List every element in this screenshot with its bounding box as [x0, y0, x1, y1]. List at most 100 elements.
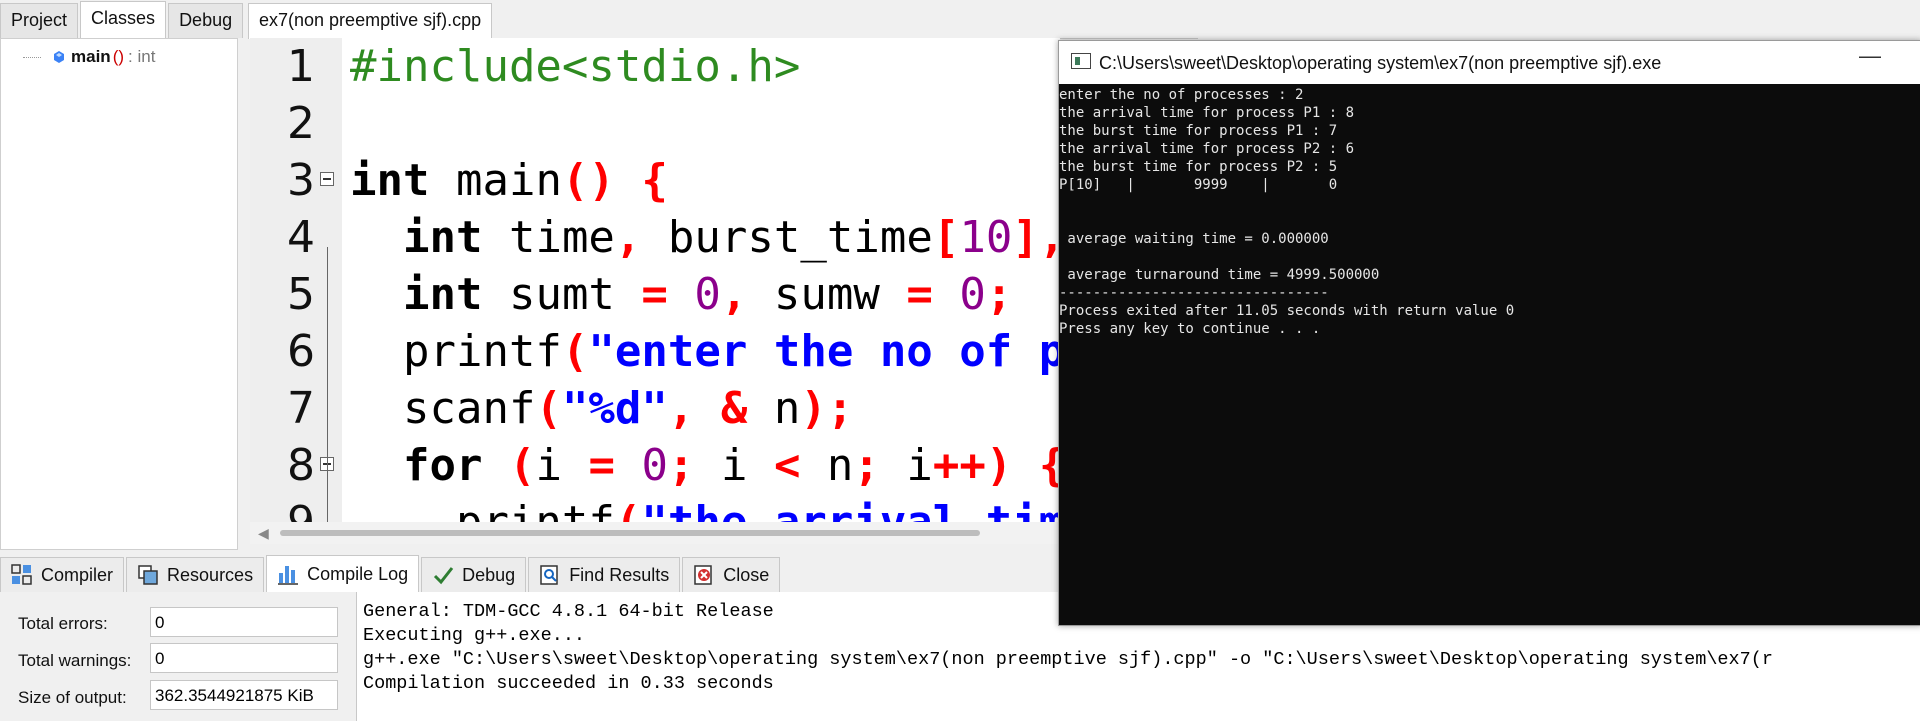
code-line[interactable]: 8 for (i = 0; i < n; i++) { — [250, 437, 1060, 494]
code-line[interactable]: 5 int sumt = 0, sumw = 0; — [250, 266, 1060, 323]
tab-label: Compile Log — [307, 563, 409, 584]
total-warnings-label: Total warnings: — [18, 651, 132, 670]
code-text: int main() { — [350, 152, 668, 209]
tab-find-results[interactable]: Find Results — [528, 557, 681, 592]
left-panel-tabs: Project Classes Debug — [0, 0, 246, 38]
console-line: the burst time for process P1 : 7 — [1059, 123, 1338, 139]
code-token: ( — [535, 383, 562, 434]
code-token: ++) { — [932, 440, 1060, 491]
code-line[interactable]: 4 int time, burst_time[10], — [250, 209, 1060, 266]
code-text: int sumt = 0, sumw = 0; — [350, 266, 1012, 323]
line-number: 9 — [250, 494, 315, 522]
tab-debug-output[interactable]: Debug — [421, 557, 527, 592]
tree-connector — [23, 56, 41, 58]
tab-compile-log[interactable]: Compile Log — [266, 555, 420, 592]
horizontal-scrollbar[interactable]: ◀ — [250, 522, 1060, 544]
resources-icon — [138, 565, 158, 585]
tree-item-name: main — [71, 47, 111, 66]
minimize-button[interactable]: — — [1859, 43, 1881, 69]
code-token: 0 — [959, 269, 986, 320]
code-token: ( — [561, 326, 589, 377]
code-text: printf("the arrival tim — [350, 494, 1060, 522]
code-token: ], — [1012, 212, 1060, 263]
code-token: ( — [615, 497, 642, 522]
compiler-grid-icon — [11, 564, 32, 585]
line-number: 5 — [287, 269, 315, 320]
output-size-label: Size of output: — [18, 688, 127, 707]
console-title: C:\Users\sweet\Desktop\operating system\… — [1099, 53, 1662, 73]
code-token: = — [588, 440, 615, 491]
tab-classes[interactable]: Classes — [80, 1, 167, 38]
tab-resources[interactable]: Resources — [126, 557, 265, 592]
code-token: "%d" — [561, 383, 668, 434]
output-size-field[interactable]: 362.3544921875 KiB — [150, 680, 338, 710]
code-token: int — [402, 212, 483, 263]
code-token: ; — [853, 440, 880, 491]
code-text: for (i = 0; i < n; i++) { — [350, 437, 1060, 494]
tab-compiler[interactable]: Compiler — [0, 557, 125, 592]
console-line: enter the no of processes : 2 — [1059, 87, 1304, 103]
code-text: #include<stdio.h> — [350, 38, 800, 95]
code-token: 0 — [641, 440, 668, 491]
log-line: Executing g++.exe... — [363, 625, 586, 646]
console-output[interactable]: enter the no of processes : 2 the arrival… — [1059, 84, 1920, 625]
function-icon — [54, 51, 64, 63]
console-title-bar[interactable]: C:\Users\sweet\Desktop\operating system\… — [1059, 41, 1920, 84]
console-line: average turnaround time = 4999.500000 — [1059, 267, 1380, 283]
tab-label: Compiler — [41, 564, 114, 585]
tree-item-main[interactable]: main () : int — [23, 47, 155, 67]
check-icon — [434, 567, 454, 585]
code-line[interactable]: 7 scanf("%d", & n); — [250, 380, 1060, 437]
code-editor[interactable]: 1 #include<stdio.h> 2 3 int main() {4 int ti… — [250, 38, 1060, 522]
line-number: 7 — [287, 383, 315, 434]
code-token: int — [350, 155, 430, 206]
scroll-left-icon[interactable]: ◀ — [258, 525, 269, 542]
find-results-icon — [540, 565, 558, 585]
code-line[interactable]: 1 #include<stdio.h> — [250, 38, 1060, 95]
code-token: 10 — [959, 212, 1013, 263]
code-token: i — [879, 440, 933, 491]
tab-project[interactable]: Project — [0, 3, 79, 38]
total-warnings-field[interactable]: 0 — [150, 643, 338, 673]
code-token: burst_time — [641, 212, 933, 263]
code-token: , — [667, 383, 695, 434]
console-app-icon — [1071, 53, 1091, 69]
tab-close[interactable]: Close — [682, 557, 781, 592]
scroll-thumb[interactable] — [280, 530, 980, 536]
console-window[interactable]: C:\Users\sweet\Desktop\operating system\… — [1058, 40, 1920, 626]
code-token: () { — [561, 155, 668, 206]
code-token: ( — [508, 440, 536, 491]
console-line: -------------------------------- — [1059, 285, 1329, 301]
code-line[interactable]: 9 printf("the arrival tim — [250, 494, 1060, 522]
tab-debug[interactable]: Debug — [168, 3, 244, 38]
code-token: sumw — [747, 269, 907, 320]
console-line: Press any key to continue . . . — [1059, 321, 1321, 337]
class-browser: main () : int — [0, 38, 238, 550]
code-line[interactable]: 3 int main() { — [250, 152, 1060, 209]
file-tab[interactable]: ex7(non preemptive sjf).cpp — [248, 3, 493, 39]
code-token: n — [747, 383, 801, 434]
code-token: #include<stdio.h> — [350, 41, 801, 92]
code-token: scanf — [350, 383, 536, 434]
code-token: "the arrival tim — [641, 497, 1060, 522]
fold-guide — [327, 247, 328, 522]
code-token: = — [906, 269, 933, 320]
code-token: ; — [667, 440, 695, 491]
line-number: 3 — [287, 155, 315, 206]
fold-toggle-icon[interactable] — [320, 172, 334, 186]
code-line[interactable]: 6 printf("enter the no of p — [250, 323, 1060, 380]
total-errors-field[interactable]: 0 — [150, 607, 338, 637]
code-token: main — [429, 155, 562, 206]
line-number: 2 — [287, 98, 315, 149]
code-line[interactable]: 2 — [250, 95, 1060, 152]
code-token: = — [641, 269, 668, 320]
line-number: 4 — [287, 212, 315, 263]
